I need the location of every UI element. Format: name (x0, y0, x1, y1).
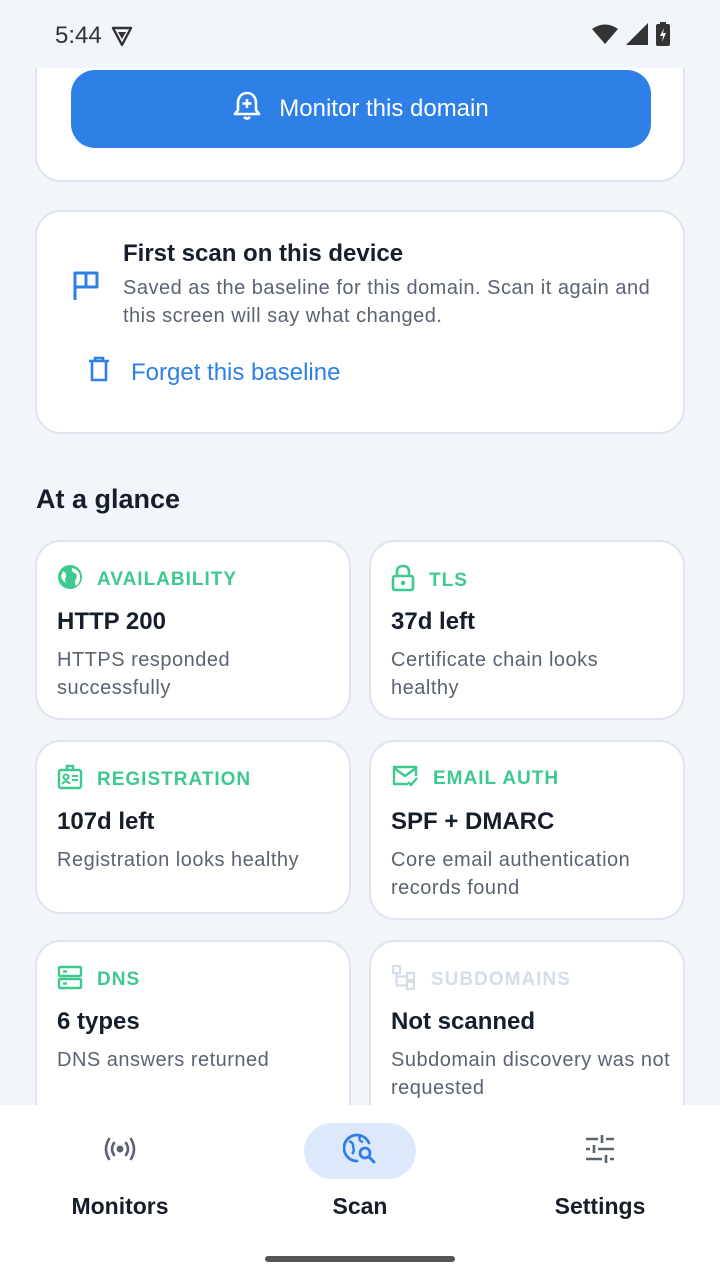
tile-label: EMAIL AUTH (433, 768, 560, 789)
email-auth-tile[interactable]: EMAIL AUTH SPF + DMARC Core email authen… (369, 740, 685, 920)
subdomains-tile[interactable]: SUBDOMAINS Not scanned Subdomain discove… (369, 940, 685, 1105)
bell-plus-icon (233, 91, 261, 128)
nav-monitors-label: Monitors (71, 1193, 169, 1219)
nav-scan-label: Scan (332, 1193, 388, 1219)
broadcast-icon (103, 1136, 137, 1167)
nav-monitors[interactable]: Monitors (0, 1123, 240, 1223)
sliders-icon (584, 1134, 616, 1169)
tile-description: Certificate chain looks healthy (391, 649, 599, 699)
dns-tile[interactable]: DNS 6 types DNS answers returned (35, 940, 351, 1105)
nav-scan-icon-wrap (304, 1123, 416, 1179)
wifi-icon (592, 23, 618, 50)
nav-monitors-icon-wrap (64, 1123, 176, 1179)
tile-label: REGISTRATION (97, 769, 252, 790)
tile-description: Core email authentication records found (391, 849, 631, 899)
tile-label: TLS (429, 570, 468, 591)
status-time: 5:44 (55, 22, 102, 49)
at-a-glance-heading: At a glance (36, 484, 181, 514)
vpn-shield-icon (110, 24, 134, 53)
baseline-card: First scan on this device Saved as the b… (35, 210, 685, 434)
registration-header: REGISTRATION (57, 764, 251, 796)
dns-header: DNS (57, 964, 140, 996)
flag-icon (71, 270, 101, 307)
forget-baseline-button[interactable]: Forget this baseline (87, 356, 340, 389)
tls-header: TLS (391, 564, 468, 598)
tile-description: Subdomain discovery was not requested (391, 1049, 671, 1099)
tls-tile[interactable]: TLS 37d left Certificate chain looks hea… (369, 540, 685, 720)
lock-icon (391, 564, 415, 598)
globe-icon (57, 564, 83, 596)
monitor-domain-button[interactable]: Monitor this domain (71, 70, 651, 148)
battery-icon (656, 22, 670, 51)
sitemap-icon (391, 964, 417, 996)
availability-header: AVAILABILITY (57, 564, 237, 596)
monitor-domain-label: Monitor this domain (279, 95, 489, 122)
tile-label: DNS (97, 969, 141, 990)
trash-icon (87, 356, 111, 389)
tile-value: 6 types (57, 1008, 140, 1035)
monitor-card: Monitor this domain (35, 68, 685, 182)
registration-tile[interactable]: REGISTRATION 107d left Registration look… (35, 740, 351, 914)
home-indicator[interactable] (265, 1256, 455, 1262)
bottom-navigation: Monitors Scan Settings (0, 1105, 720, 1280)
tile-description: HTTPS responded successfully (57, 649, 231, 699)
scan-search-icon (342, 1132, 377, 1171)
nav-settings-icon-wrap (544, 1123, 656, 1179)
scroll-content[interactable]: Monitor this domain First scan on this d… (0, 68, 720, 1105)
subdomains-header: SUBDOMAINS (391, 964, 571, 996)
baseline-description: Saved as the baseline for this domain. S… (123, 277, 651, 327)
forget-baseline-label: Forget this baseline (131, 358, 341, 386)
dns-icon (57, 964, 83, 996)
id-badge-icon (57, 764, 83, 796)
nav-settings-label: Settings (554, 1193, 646, 1219)
tile-value: Not scanned (391, 1008, 536, 1035)
availability-tile[interactable]: AVAILABILITY HTTP 200 HTTPS responded su… (35, 540, 351, 720)
tile-description: Registration looks healthy (57, 849, 300, 871)
tile-value: 107d left (57, 808, 155, 835)
tile-value: SPF + DMARC (391, 808, 555, 835)
tile-description: DNS answers returned (57, 1049, 270, 1071)
tile-label: AVAILABILITY (97, 569, 238, 590)
mail-check-icon (391, 764, 419, 794)
status-bar: 5:44 (0, 0, 720, 68)
nav-scan[interactable]: Scan (240, 1123, 480, 1223)
baseline-title: First scan on this device (123, 240, 404, 267)
tile-value: HTTP 200 (57, 608, 166, 635)
tile-label: SUBDOMAINS (431, 969, 571, 990)
nav-settings[interactable]: Settings (480, 1123, 720, 1223)
signal-icon (626, 23, 648, 50)
email-auth-header: EMAIL AUTH (391, 764, 559, 794)
tile-value: 37d left (391, 608, 476, 635)
